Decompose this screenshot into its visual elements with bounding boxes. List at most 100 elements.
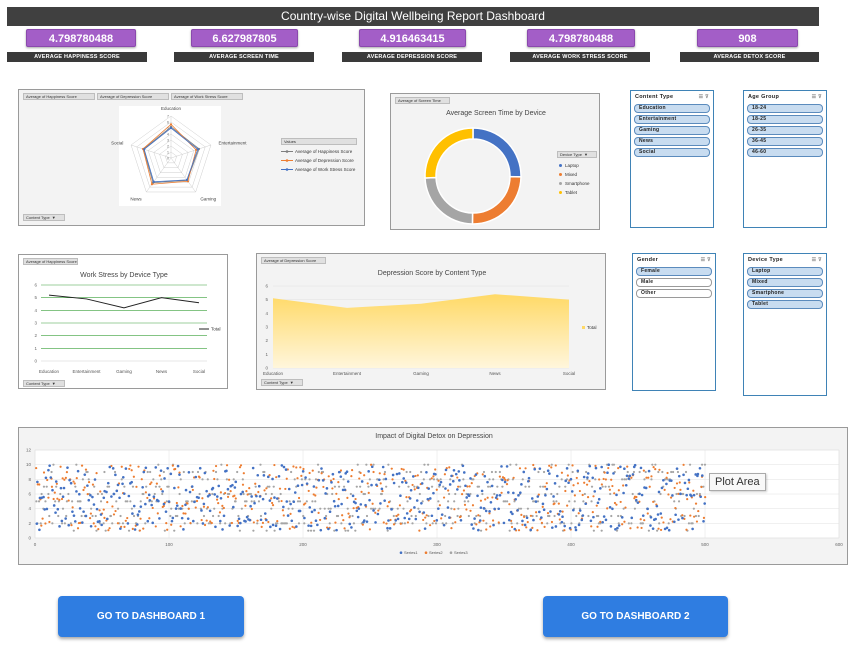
scatter-point (148, 498, 152, 502)
donut-chart-panel[interactable]: Average of Screen Time Average Screen Ti… (390, 93, 600, 230)
scatter-point (367, 491, 370, 494)
slicer-item[interactable]: 46-60 (747, 148, 823, 157)
field-button-happiness[interactable]: Average of Happiness Score (23, 93, 95, 100)
radar-legend-item-1: Average of Happiness Score (281, 147, 361, 156)
scatter-point (104, 529, 107, 532)
slicer-item[interactable]: Education (634, 104, 710, 113)
scatter-point (377, 509, 380, 512)
scatter-point (511, 512, 514, 516)
slicer-age-group[interactable]: Age Group ☰ ⊽ 18-24 18-25 26-35 36-45 46-60 (743, 90, 827, 228)
scatter-point (51, 488, 54, 492)
scatter-point (677, 500, 681, 503)
scatter-point (57, 514, 60, 518)
area-chart-panel[interactable]: Average of Depression Score Depression S… (256, 253, 606, 390)
scatter-point (437, 500, 440, 503)
slicer-item[interactable]: Male (636, 278, 712, 287)
scatter-point (491, 519, 495, 522)
field-button-happiness[interactable]: Average of Happiness Score (23, 258, 78, 265)
slicer-item[interactable]: Female (636, 267, 712, 276)
scatter-point (270, 497, 273, 500)
line-chart-panel[interactable]: Average of Happiness Score Work Stress b… (18, 254, 228, 389)
slicer-item[interactable]: Laptop (747, 267, 823, 276)
scatter-point (529, 514, 533, 517)
line-filter-button[interactable]: Content Type ▼ (23, 380, 65, 387)
scatter-point (211, 514, 215, 518)
scatter-point (494, 470, 497, 474)
scatter-point (95, 529, 98, 532)
slicer-item[interactable]: Other (636, 289, 712, 298)
slicer-item[interactable]: Social (634, 148, 710, 157)
scatter-point (578, 509, 582, 512)
field-button-depression[interactable]: Average of Depression Score (261, 257, 326, 264)
slicer-item[interactable]: Mixed (747, 278, 823, 287)
radar-point (185, 178, 188, 181)
scatter-point (75, 477, 78, 480)
scatter-point (121, 482, 124, 486)
scatter-point (702, 485, 705, 488)
scatter-point (248, 518, 252, 522)
scatter-point (230, 521, 234, 525)
slicer-item[interactable]: 26-35 (747, 126, 823, 135)
radar-legend-header[interactable]: Values (281, 138, 357, 145)
scatter-point (526, 507, 529, 510)
scatter-point (63, 478, 66, 481)
area-y-tick: 6 (265, 284, 268, 289)
scatter-point (144, 502, 147, 506)
field-button-screentime[interactable]: Average of Screen Time (395, 97, 450, 104)
radar-chart-panel[interactable]: Average of Happiness Score Average of De… (18, 89, 365, 226)
scatter-point (494, 496, 498, 499)
slicer-item[interactable]: 18-25 (747, 115, 823, 124)
slicer-item[interactable]: News (634, 137, 710, 146)
area-filter-button[interactable]: Content Type ▼ (261, 379, 303, 386)
clear-filter-icon[interactable]: ☰ ⊽ (701, 257, 711, 263)
slicer-item[interactable]: Tablet (747, 300, 823, 309)
multi-select-icon[interactable]: ☰ ⊽ (699, 94, 709, 100)
scatter-point (383, 470, 387, 474)
scatter-point (374, 507, 377, 510)
scatter-point (548, 514, 551, 518)
scatter-point (394, 519, 398, 522)
scatter-point (91, 483, 95, 486)
scatter-point (219, 522, 222, 525)
slicer-device-type[interactable]: Device Type ☰ ⊽ Laptop Mixed Smartphone Tabl… (743, 253, 827, 396)
radar-filter-button[interactable]: Content Type ▼ (23, 214, 65, 221)
slicer-title: Content Type (635, 94, 674, 100)
donut-filter-button[interactable]: Device Type ▼ (557, 151, 597, 158)
scatter-point (360, 480, 364, 483)
slicer-content-type[interactable]: Content Type ☰ ⊽ Education Entertainment Ga… (630, 90, 714, 228)
field-button-workstress[interactable]: Average of Work Stress Score (171, 93, 243, 100)
scatter-point (687, 478, 691, 482)
scatter-point (512, 476, 515, 479)
slicer-item[interactable]: Smartphone (747, 289, 823, 298)
scatter-point (447, 492, 451, 496)
field-button-depression[interactable]: Average of Depression Score (97, 93, 169, 100)
scatter-point (465, 496, 469, 499)
scatter-point (657, 490, 661, 494)
scatter-chart-panel[interactable]: Impact of Digital Detox on Depression 12… (18, 427, 848, 565)
slicer-item[interactable]: Gaming (634, 126, 710, 135)
scatter-point (430, 477, 433, 480)
scatter-point (252, 521, 255, 524)
multi-select-icon[interactable]: ☰ ⊽ (812, 94, 822, 100)
slicer-gender[interactable]: Gender ☰ ⊽ Female Male Other (632, 253, 716, 391)
scatter-point (307, 489, 310, 493)
scatter-point (317, 478, 321, 482)
scatter-point (410, 514, 413, 518)
slicer-item[interactable]: 36-45 (747, 137, 823, 146)
go-to-dashboard-1-button[interactable]: GO TO DASHBOARD 1 (58, 596, 244, 637)
scatter-point (397, 513, 400, 516)
go-to-dashboard-2-button[interactable]: GO TO DASHBOARD 2 (543, 596, 728, 637)
scatter-point (519, 491, 522, 494)
scatter-point (461, 464, 465, 468)
scatter-point (59, 465, 62, 468)
scatter-point (521, 519, 524, 523)
multi-select-icon[interactable]: ☰ ⊽ (812, 257, 822, 263)
legend-marker (559, 182, 562, 185)
scatter-point (296, 484, 300, 488)
scatter-point (374, 521, 377, 524)
slicer-item[interactable]: 18-24 (747, 104, 823, 113)
scatter-point (409, 508, 413, 511)
slicer-item[interactable]: Entertainment (634, 115, 710, 124)
scatter-point (58, 498, 61, 501)
scatter-point (623, 520, 626, 523)
